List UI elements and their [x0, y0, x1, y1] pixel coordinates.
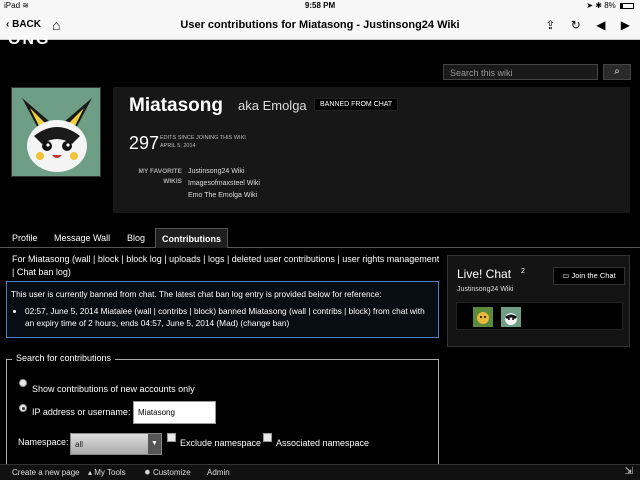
contributions-header: For Miatasong (wall | block | block log … [12, 254, 440, 277]
chat-title: Live! Chat [457, 267, 512, 281]
chat-user-count: 2 [521, 268, 525, 275]
search-icon: ⌕ [614, 66, 620, 77]
clock: 9:58 PM [304, 1, 336, 10]
chevron-up-icon: ▴ [88, 468, 93, 477]
bluetooth-icon: ✱ [595, 1, 602, 10]
associated-namespace-checkbox[interactable] [263, 433, 272, 442]
profile-aka: aka Emolga [238, 98, 307, 113]
wiki-toolbar: Create a new page ▴ My Tools ✹ Customize… [0, 464, 640, 480]
tab-blog[interactable]: Blog [121, 228, 151, 248]
join-chat-button[interactable]: ▭ Join the Chat [553, 267, 625, 285]
tab-profile[interactable]: Profile [6, 228, 44, 248]
favorite-wiki-link[interactable]: Emo The Emolga Wiki [188, 190, 260, 202]
exclude-namespace-checkbox[interactable] [167, 433, 176, 442]
create-page-link[interactable]: Create a new page [12, 468, 80, 477]
namespace-select[interactable]: all ▼ [70, 433, 162, 455]
tab-message-wall[interactable]: Message Wall [48, 228, 116, 248]
namespace-label: Namespace: [18, 437, 69, 447]
favorite-wikis-label: MY FAVORITE WIKIS [138, 168, 182, 185]
search-button[interactable]: ⌕ [603, 64, 631, 80]
gear-icon: ✹ [144, 468, 151, 477]
admin-link[interactable]: Admin [207, 468, 230, 477]
chat-wiki-name: Justinsong24 Wiki [457, 286, 514, 293]
ip-username-label: IP address or username: [32, 407, 131, 417]
wiki-logo[interactable]: ONG [8, 36, 50, 46]
edit-count-label: EDITS SINCE JOINING THIS WIKI APRIL 5, 2… [160, 135, 246, 149]
customize-link[interactable]: ✹ Customize [144, 468, 191, 477]
chat-user-list [456, 302, 623, 330]
favorite-wikis-list: Justinsong24 Wiki Imagesofmaxsteel Wiki … [188, 166, 260, 202]
chevron-down-icon: ▼ [148, 434, 161, 454]
battery-icon [620, 2, 634, 9]
chat-bubble-icon: ▭ [562, 271, 570, 280]
associated-namespace-label: Associated namespace [276, 438, 370, 448]
status-bar: iPad ≋ 9:58 PM ➤ ✱ 8% [0, 0, 640, 12]
form-legend: Search for contributions [12, 353, 116, 363]
avatar[interactable] [11, 87, 101, 177]
chat-ban-notice: This user is currently banned from chat.… [6, 281, 439, 338]
status-badge: BANNED FROM CHAT [314, 98, 399, 111]
profile-username: Miatasong [129, 95, 223, 116]
app-bar: ‹ BACK ⌂ User contributions for Miatason… [0, 12, 640, 40]
collapse-toolbar-icon[interactable]: ⇲ [625, 466, 633, 477]
forward-arrow-icon[interactable]: ▶ [621, 18, 630, 32]
profile-tabs: Profile Message Wall Blog Contributions [0, 228, 640, 248]
location-icon: ➤ [586, 1, 594, 10]
ip-username-radio[interactable] [19, 404, 27, 412]
exclude-namespace-label: Exclude namespace [180, 438, 262, 448]
search-input[interactable]: Search this wiki [443, 64, 598, 80]
favorite-wiki-link[interactable]: Imagesofmaxsteel Wiki [188, 178, 260, 190]
ban-log-entry: 02:57, June 5, 2014 Miatalee (wall | con… [25, 305, 434, 329]
new-accounts-label: Show contributions of new accounts only [32, 384, 195, 394]
edit-count: 297 [129, 133, 160, 153]
reload-icon[interactable]: ↻ [571, 18, 581, 32]
chat-user-avatar[interactable] [473, 307, 493, 327]
share-icon[interactable]: ⇪ [545, 18, 555, 32]
tab-contributions[interactable]: Contributions [155, 228, 228, 248]
back-arrow-icon[interactable]: ◀ [596, 18, 605, 32]
battery-indicator: ➤ ✱ 8% [586, 1, 634, 10]
favorite-wiki-link[interactable]: Justinsong24 Wiki [188, 166, 260, 178]
notice-intro: This user is currently banned from chat.… [11, 289, 382, 299]
my-tools-menu[interactable]: ▴ My Tools [88, 468, 126, 477]
chat-module: Live! Chat 2 Justinsong24 Wiki ▭ Join th… [447, 255, 630, 347]
chat-user-avatar[interactable] [501, 307, 521, 327]
ip-username-input[interactable] [133, 401, 216, 424]
new-accounts-radio[interactable] [19, 379, 27, 387]
